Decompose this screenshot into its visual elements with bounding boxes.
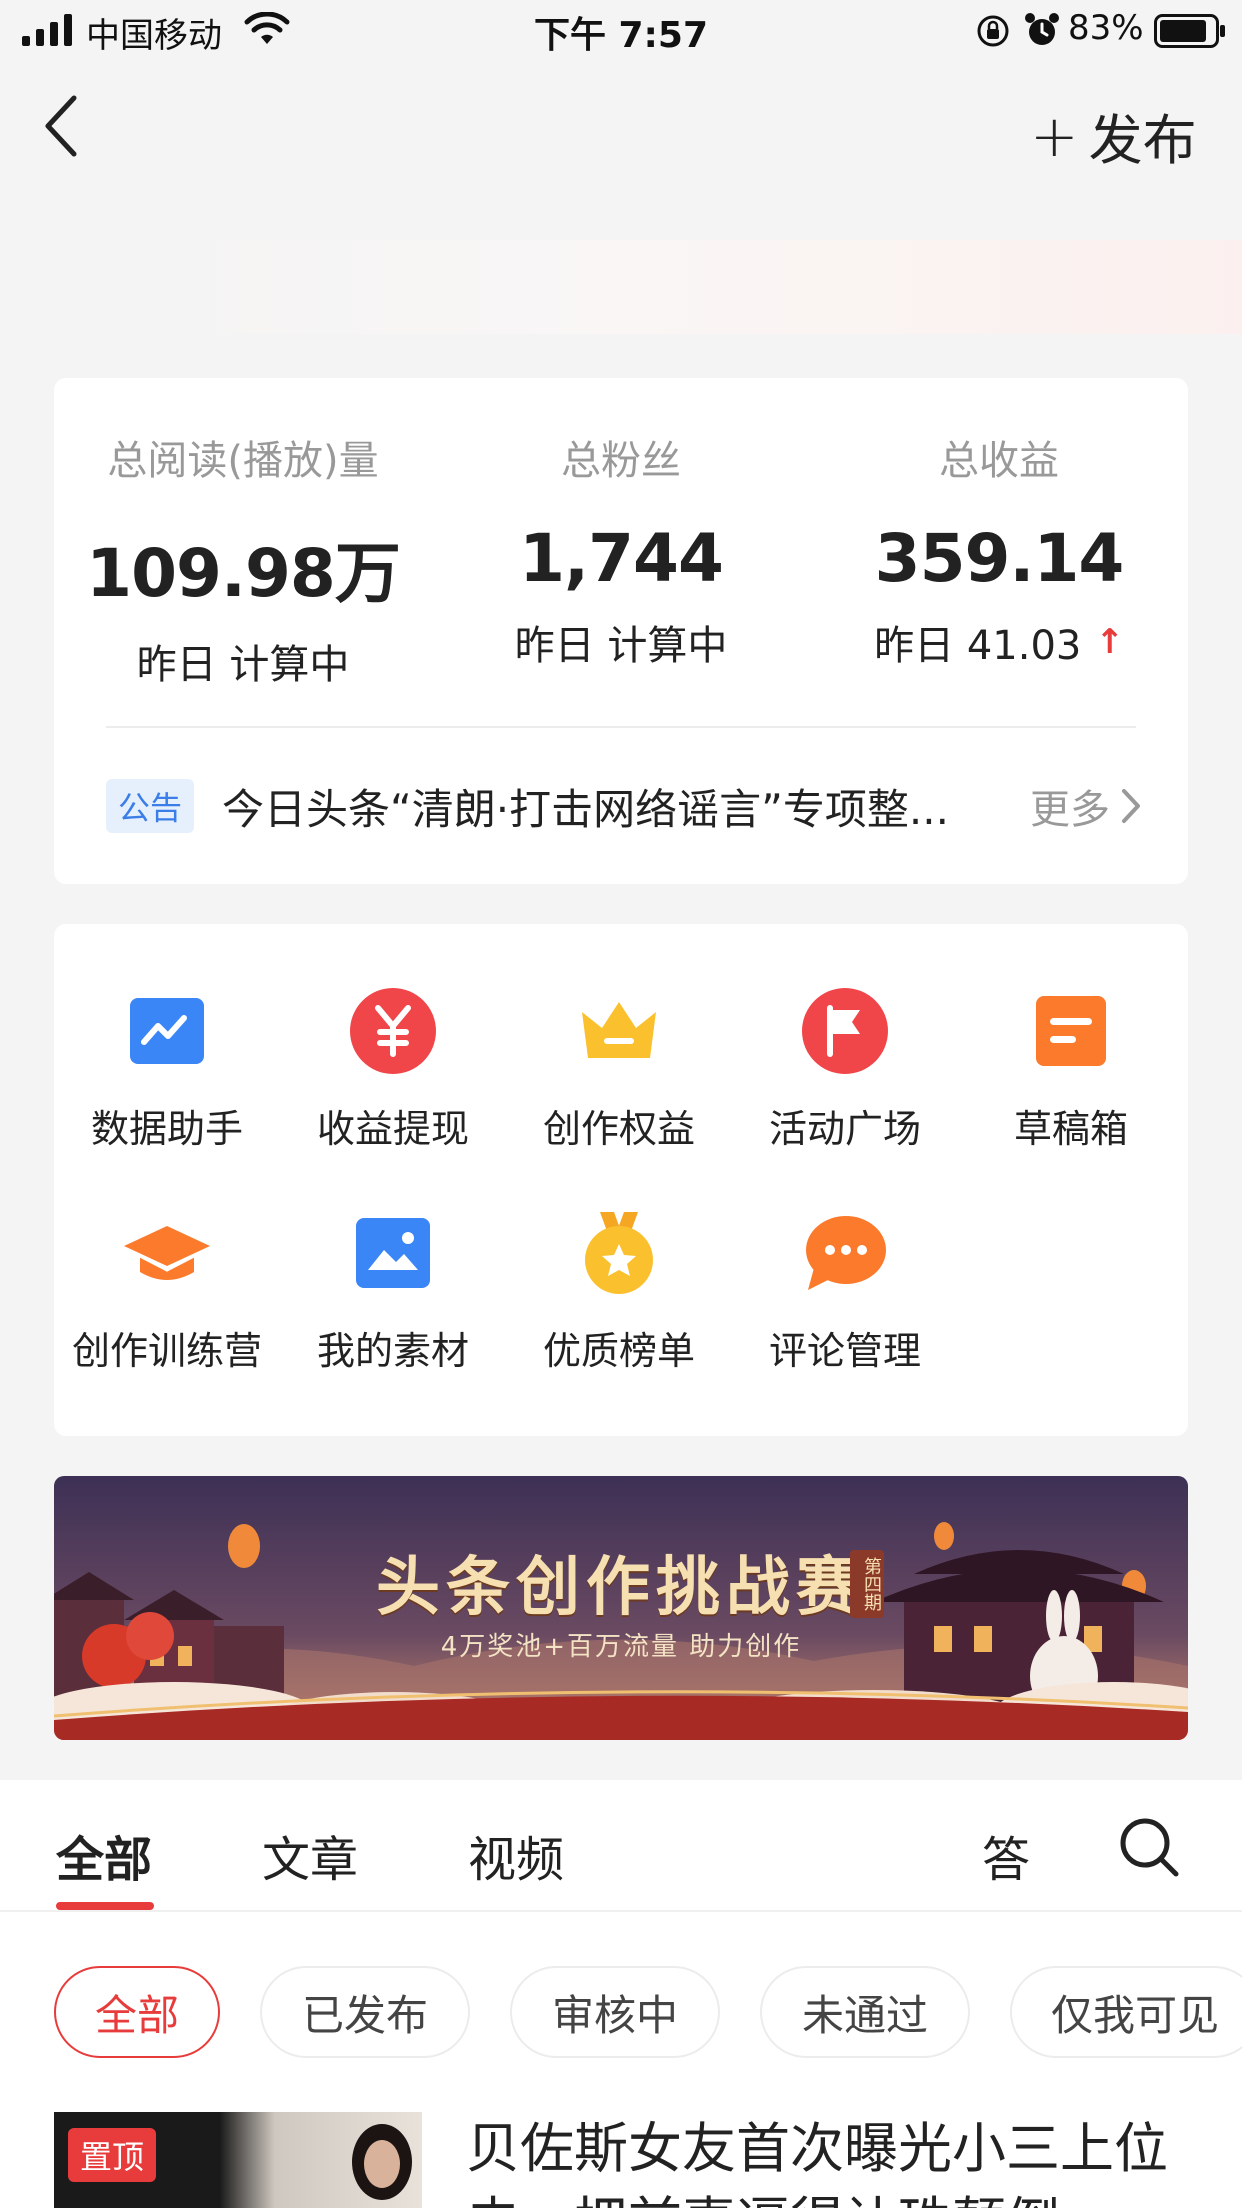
notice-text: 今日头条“清朗·打击网络谣言”专项整... (222, 784, 949, 834)
tool-label: 活动广场 (768, 1107, 921, 1151)
promo-subtitle: 4万奖池+百万流量 助力创作 (440, 1632, 802, 1662)
plus-icon: + (1030, 101, 1079, 170)
tool-label: 创作权益 (542, 1107, 695, 1151)
draft-icon (1036, 996, 1106, 1066)
filter-published[interactable]: 已发布 (260, 1966, 470, 2058)
yuan-icon (350, 988, 436, 1074)
stat-total-reads[interactable]: 总阅读(播放)量 109.98万 昨日 计算中 (54, 428, 432, 690)
status-filter-bar: 全部 已发布 审核中 未通过 仅我可见 (0, 1912, 1242, 2072)
tools-card: 数据助手 收益提现 创作权益 活动广场 草稿箱 创作训练营 我的素材 优质榜单 … (54, 924, 1188, 1436)
up-arrow-icon: ↑ (1095, 622, 1124, 662)
notice-more-link[interactable]: 更多 (1030, 777, 1142, 835)
battery-percent: 83% (1068, 8, 1144, 48)
stat-value: 109.98万 (86, 535, 401, 612)
stat-total-income[interactable]: 总收益 359.14 昨日 41.03 ↑ (810, 428, 1188, 671)
tool-label: 创作训练营 (71, 1329, 262, 1373)
tool-income-withdraw[interactable]: 收益提现 (280, 986, 506, 1153)
tool-label: 数据助手 (90, 1107, 243, 1151)
stat-value: 359.14 (874, 520, 1125, 597)
tool-label: 优质榜单 (542, 1329, 695, 1373)
filter-private[interactable]: 仅我可见 (1010, 1966, 1242, 2058)
article-list: 置顶 贝佐斯女友首次曝光小三上位史，把前妻逼得让珠颠倒 (0, 2072, 1242, 2208)
alarm-icon (1025, 13, 1059, 45)
stat-sub: 昨日 计算中 (136, 642, 350, 688)
image-icon (356, 1218, 430, 1288)
filter-all[interactable]: 全部 (54, 1966, 220, 2058)
stat-sub: 昨日 41.03 (874, 623, 1082, 669)
tool-activity-square[interactable]: 活动广场 (732, 986, 958, 1153)
tool-data-assistant[interactable]: 数据助手 (54, 986, 280, 1153)
back-arrow-icon[interactable] (38, 92, 86, 160)
flag-icon (802, 988, 888, 1074)
filter-rejected[interactable]: 未通过 (760, 1966, 970, 2058)
notice-more-label: 更多 (1030, 787, 1110, 833)
tool-label: 草稿箱 (1013, 1107, 1128, 1151)
medal-icon (585, 1212, 653, 1294)
notice-badge: 公告 (106, 779, 195, 833)
faint-banner (110, 240, 1242, 334)
article-title[interactable]: 贝佐斯女友首次曝光小三上位史，把前妻逼得让珠颠倒 (466, 2112, 1206, 2208)
stat-label: 总阅读(播放)量 (107, 438, 379, 484)
chart-icon (130, 998, 204, 1064)
tool-quality-ranking[interactable]: 优质榜单 (506, 1208, 732, 1375)
stat-value: 1,744 (519, 520, 724, 597)
tab-all[interactable]: 全部 (56, 1820, 152, 1890)
tab-articles[interactable]: 文章 (262, 1820, 358, 1890)
creator-challenge-banner[interactable]: 头条创作挑战赛 第四期 4万奖池+百万流量 助力创作 (54, 1476, 1188, 1740)
tab-videos[interactable]: 视频 (468, 1820, 564, 1890)
tool-my-materials[interactable]: 我的素材 (280, 1208, 506, 1375)
tool-drafts[interactable]: 草稿箱 (958, 986, 1184, 1153)
tool-creator-rights[interactable]: 创作权益 (506, 986, 732, 1153)
tab-qa[interactable]: 答 (982, 1820, 1030, 1890)
rotation-lock-icon (977, 15, 1009, 47)
portrait-thumbnail (352, 2124, 412, 2200)
active-tab-indicator (56, 1902, 154, 1910)
publish-button[interactable]: + 发布 (1030, 96, 1197, 175)
crown-icon (582, 1002, 656, 1058)
search-icon[interactable] (1116, 1814, 1182, 1880)
divider (106, 726, 1136, 728)
tool-comment-management[interactable]: 评论管理 (732, 1208, 958, 1375)
chevron-right-icon (1122, 789, 1140, 823)
publish-label: 发布 (1088, 109, 1197, 172)
status-bar: 中国移动 下午 7:57 83% (0, 0, 1242, 62)
battery-icon (1154, 14, 1225, 48)
promo-issue: 第四期 (850, 1550, 884, 1618)
stat-label: 总粉丝 (561, 438, 681, 484)
notice-row[interactable]: 公告 今日头条“清朗·打击网络谣言”专项整... 更多 (106, 776, 1142, 836)
stat-sub: 昨日 计算中 (514, 623, 728, 669)
tool-label: 我的素材 (316, 1329, 469, 1373)
tool-training-camp[interactable]: 创作训练营 (54, 1208, 280, 1375)
pinned-badge: 置顶 (68, 2128, 157, 2182)
graduation-cap-icon (124, 1226, 210, 1280)
stats-card: 总阅读(播放)量 109.98万 昨日 计算中 总粉丝 1,744 昨日 计算中… (54, 378, 1188, 884)
promo-title: 头条创作挑战赛 (376, 1550, 866, 1625)
tool-label: 收益提现 (316, 1107, 469, 1151)
article-thumbnail[interactable]: 置顶 (54, 2112, 422, 2208)
tool-label: 评论管理 (768, 1329, 921, 1373)
stat-label: 总收益 (939, 438, 1059, 484)
stat-total-fans[interactable]: 总粉丝 1,744 昨日 计算中 (432, 428, 810, 671)
comment-icon (806, 1216, 886, 1290)
filter-reviewing[interactable]: 审核中 (510, 1966, 720, 2058)
content-tabs: 全部 文章 视频 答 (0, 1780, 1242, 1912)
